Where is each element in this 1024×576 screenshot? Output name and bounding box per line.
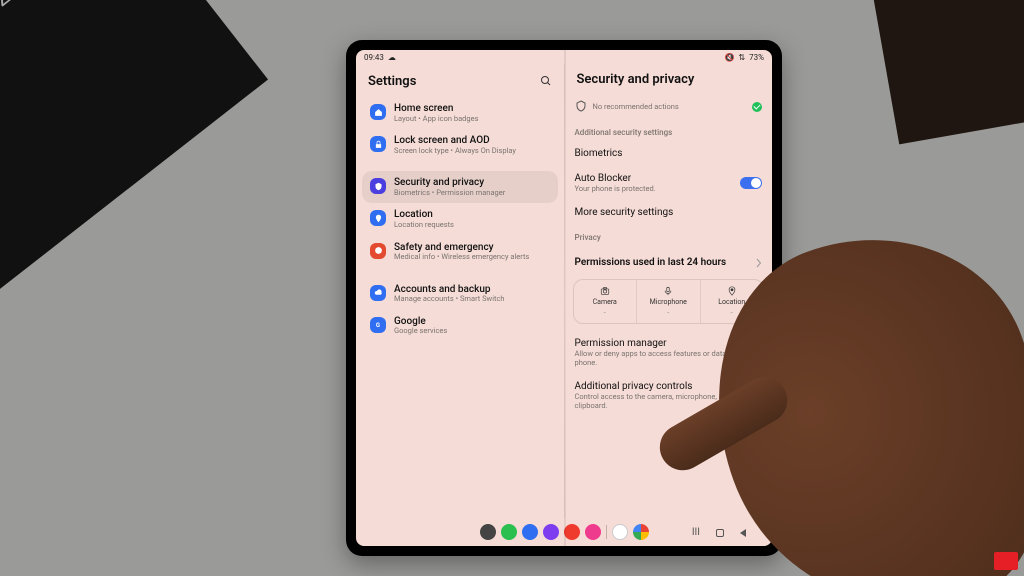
settings-list-pane: Settings Home screen Layout • App icon — [356, 64, 565, 518]
perm-camera-value: - — [604, 308, 606, 317]
volume-mute-icon: 🔇 — [724, 53, 734, 62]
perm-mic-value: - — [667, 308, 669, 317]
updates-sub: No recommended actions — [593, 102, 747, 111]
settings-list[interactable]: Home screen Layout • App icon badges Loc… — [356, 97, 564, 346]
permissions-grid: Camera - Microphone - Location - — [573, 279, 765, 324]
item-subtitle: Biometrics • Permission manager — [394, 189, 505, 198]
battery-percent: 73% — [749, 53, 764, 62]
perm-camera-label: Camera — [593, 298, 617, 306]
perm-mic-label: Microphone — [650, 298, 687, 306]
sidebar-item-safety[interactable]: Safety and emergency Medical info • Wire… — [362, 236, 558, 268]
shield-icon — [370, 178, 386, 194]
detail-header: Security and privacy — [565, 64, 773, 93]
svg-text:G: G — [375, 322, 379, 329]
item-subtitle: Medical info • Wireless emergency alerts — [394, 253, 529, 262]
sidebar-item-home-screen[interactable]: Home screen Layout • App icon badges — [362, 97, 558, 129]
wooden-block — [871, 0, 1024, 144]
settings-title: Settings — [368, 74, 416, 89]
updates-card[interactable]: No recommended actions — [565, 93, 773, 120]
perm-microphone-cell[interactable]: Microphone - — [637, 280, 701, 323]
more-security-item[interactable]: More security settings — [565, 200, 773, 225]
item-subtitle: Layout • App icon badges — [394, 115, 478, 124]
settings-header: Settings — [356, 64, 564, 97]
browser-app-icon[interactable] — [543, 524, 559, 540]
sidebar-item-google[interactable]: G Google Google services — [362, 310, 558, 342]
cloud-sync-icon — [370, 285, 386, 301]
item-title: Home screen — [394, 103, 478, 115]
shield-check-icon — [575, 97, 587, 116]
item-subtitle: Location requests — [394, 221, 454, 230]
camera-icon — [600, 286, 610, 296]
phone-app-icon[interactable] — [501, 524, 517, 540]
auto-blocker-sub: Your phone is protected. — [575, 184, 656, 193]
sos-icon — [370, 243, 386, 259]
microphone-icon — [663, 286, 673, 296]
more-security-title: More security settings — [575, 207, 763, 218]
item-title: Lock screen and AOD — [394, 135, 516, 147]
section-additional-label: Additional security settings — [565, 120, 773, 141]
search-icon[interactable] — [540, 72, 552, 91]
sidebar-item-lock-screen[interactable]: Lock screen and AOD Screen lock type • A… — [362, 129, 558, 161]
screen: 09:43 ☁ 🔇 ⇅ 73% Settings — [356, 50, 772, 546]
status-time: 09:43 — [364, 53, 384, 62]
google-g-icon: G — [370, 317, 386, 333]
nav-bar: III — [692, 527, 746, 538]
gallery-app-icon[interactable] — [585, 524, 601, 540]
home-icon — [370, 104, 386, 120]
data-arrows-icon: ⇅ — [738, 53, 745, 62]
biometrics-item[interactable]: Biometrics — [565, 141, 773, 166]
auto-blocker-title: Auto Blocker — [575, 173, 656, 184]
item-subtitle: Manage accounts • Smart Switch — [394, 295, 505, 304]
auto-blocker-toggle[interactable] — [740, 177, 762, 189]
messages-app-icon[interactable] — [522, 524, 538, 540]
news-app-icon[interactable] — [564, 524, 580, 540]
status-bar: 09:43 ☁ 🔇 ⇅ 73% — [356, 50, 772, 64]
home-button[interactable] — [716, 529, 724, 537]
chrome-app-icon[interactable] — [633, 524, 649, 540]
sidebar-item-accounts[interactable]: Accounts and backup Manage accounts • Sm… — [362, 278, 558, 310]
sidebar-item-location[interactable]: Location Location requests — [362, 203, 558, 235]
playstore-app-icon[interactable] — [612, 524, 628, 540]
cloud-icon: ☁ — [388, 53, 396, 62]
permissions-24h-item[interactable]: Permissions used in last 24 hours — [565, 246, 773, 279]
item-subtitle: Screen lock type • Always On Display — [394, 147, 516, 156]
auto-blocker-item[interactable]: Auto Blocker Your phone is protected. — [565, 166, 773, 200]
biometrics-title: Biometrics — [575, 148, 763, 159]
tablet-device: 09:43 ☁ 🔇 ⇅ 73% Settings — [346, 40, 782, 556]
check-badge-icon — [752, 102, 762, 112]
perm-loc-label: Location — [718, 298, 745, 306]
pin-icon — [727, 286, 737, 296]
dock-divider — [606, 525, 607, 539]
detail-title: Security and privacy — [577, 72, 695, 87]
product-box — [0, 0, 268, 301]
back-button[interactable] — [740, 529, 746, 537]
recents-button[interactable]: III — [692, 527, 700, 538]
chevron-right-icon — [756, 253, 762, 272]
item-subtitle: Google services — [394, 327, 447, 336]
pin-icon — [370, 210, 386, 226]
perm-loc-value: - — [731, 308, 733, 317]
sidebar-item-security[interactable]: Security and privacy Biometrics • Permis… — [362, 171, 558, 203]
watermark-logo — [994, 552, 1018, 570]
lock-icon — [370, 136, 386, 152]
apps-icon[interactable] — [480, 524, 496, 540]
section-privacy-label: Privacy — [565, 225, 773, 246]
permissions-24h-title: Permissions used in last 24 hours — [575, 257, 727, 268]
perm-camera-cell[interactable]: Camera - — [574, 280, 638, 323]
